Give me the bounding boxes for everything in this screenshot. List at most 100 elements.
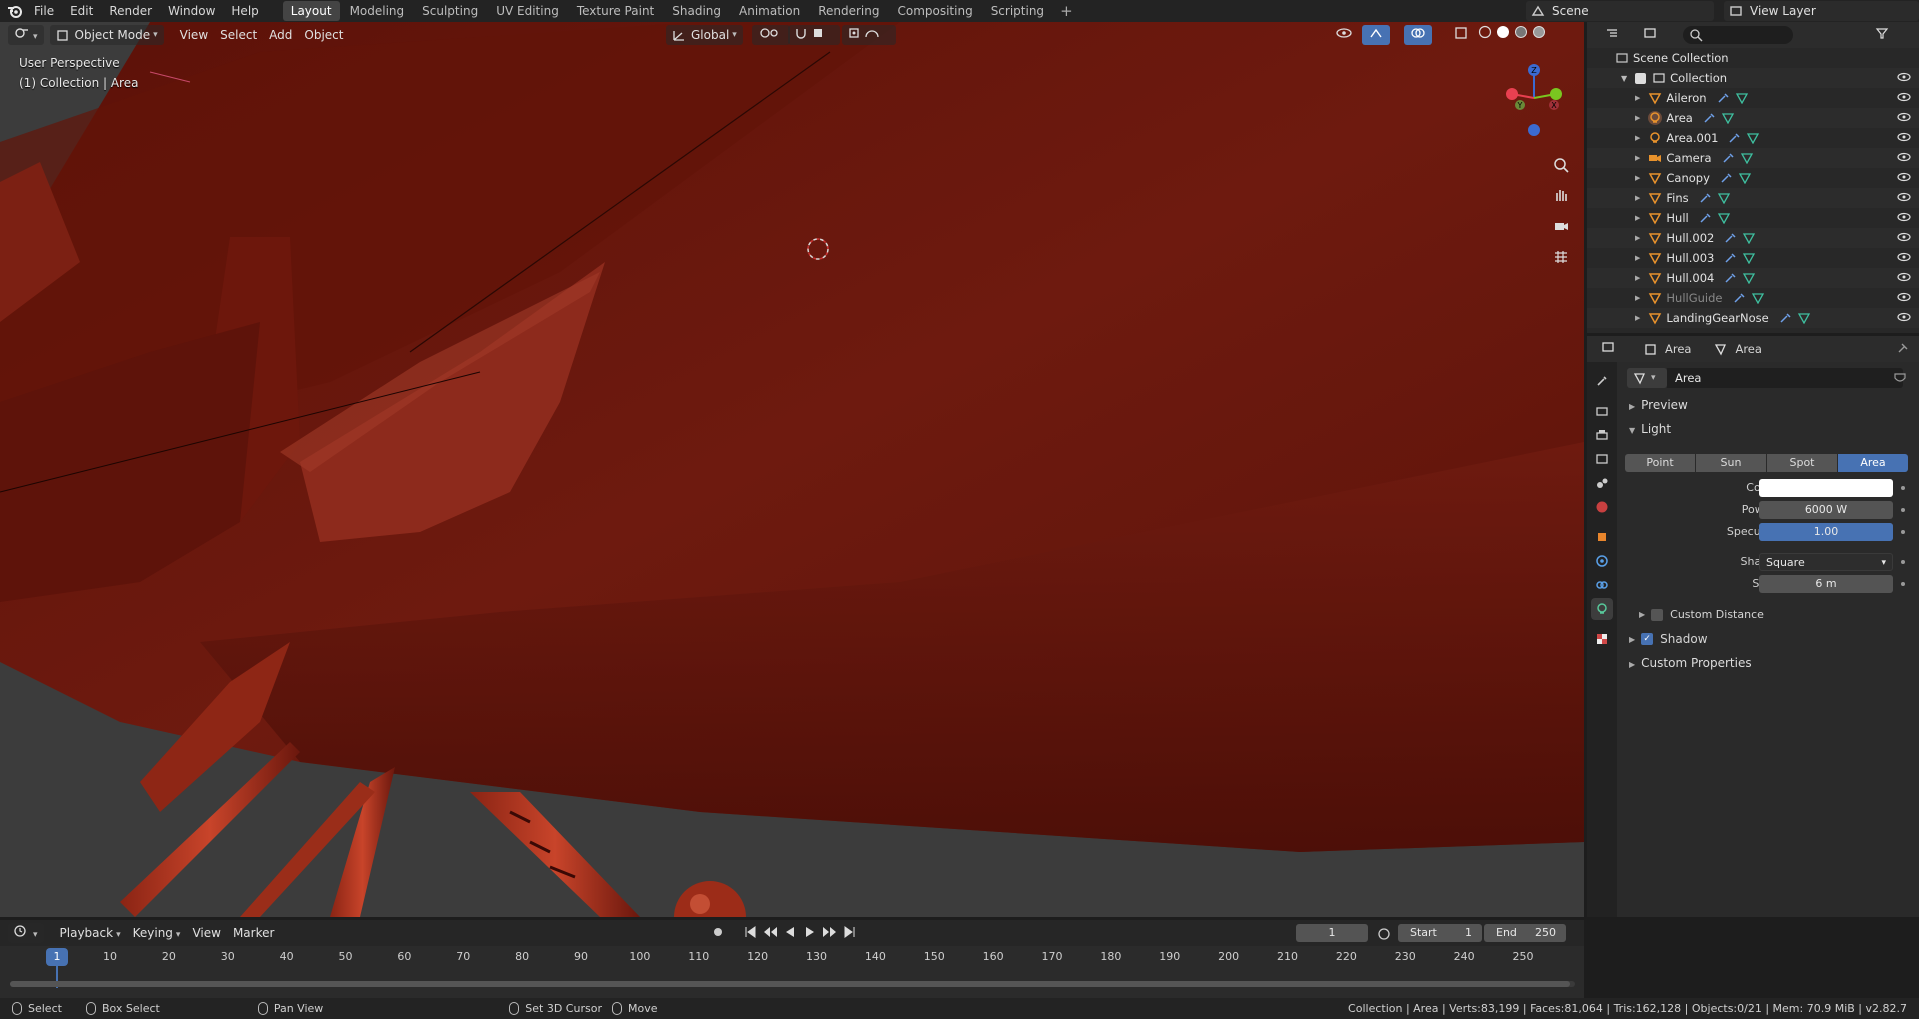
shadow-panel-header[interactable]: ▶ ✓ Shadow [1629, 632, 1708, 646]
start-frame-field[interactable]: Start 1 [1398, 924, 1482, 942]
eye-icon[interactable] [1897, 251, 1911, 263]
expanded-arrow-icon[interactable]: ▼ [1621, 74, 1627, 83]
mesh-data-icon[interactable] [1721, 112, 1735, 124]
play-reverse-icon[interactable] [782, 924, 798, 940]
keyframe-dot-icon[interactable] [1901, 530, 1905, 534]
menu-help[interactable]: Help [223, 0, 266, 22]
collapsed-arrow-icon[interactable]: ▶ [1635, 174, 1640, 182]
display-mode-button[interactable] [1637, 25, 1671, 45]
collapsed-arrow-icon[interactable]: ▶ [1635, 194, 1640, 202]
light-type-area[interactable]: Area [1838, 454, 1908, 472]
stopwatch-icon[interactable] [1376, 926, 1392, 940]
tab-texture-paint[interactable]: Texture Paint [569, 1, 662, 21]
tab-tool[interactable] [1591, 370, 1613, 392]
modifier-wrench-icon[interactable] [1724, 272, 1738, 284]
power-field[interactable]: 6000 W [1759, 501, 1893, 519]
eye-icon[interactable] [1897, 291, 1911, 303]
collection-checkbox[interactable] [1635, 72, 1647, 84]
3d-viewport[interactable]: ▾ Object Mode ▾ View Select Add Object Gl… [0, 22, 1584, 917]
collapsed-arrow-icon[interactable]: ▶ [1635, 134, 1640, 142]
modifier-wrench-icon[interactable] [1699, 212, 1713, 224]
tab-texture[interactable] [1591, 628, 1613, 650]
eye-icon[interactable] [1897, 171, 1911, 183]
tab-scene[interactable] [1591, 472, 1613, 494]
gizmo-toggle-button[interactable] [1362, 25, 1390, 45]
material-shading-icon[interactable] [1514, 25, 1528, 39]
modifier-wrench-icon[interactable] [1699, 192, 1713, 204]
camera-view-button[interactable] [1548, 213, 1574, 239]
tab-compositing[interactable]: Compositing [889, 1, 980, 21]
overlays-toggle-button[interactable] [1404, 25, 1432, 45]
tab-light-data[interactable] [1591, 598, 1613, 620]
tab-shading[interactable]: Shading [664, 1, 729, 21]
transform-orientation-dropdown[interactable]: Global ▾ [666, 25, 743, 45]
timeline-view-menu[interactable]: View [186, 923, 226, 943]
datablock-type-button[interactable]: ▾ [1627, 368, 1667, 388]
outliner-item-hullguide[interactable]: ▶ HullGuide [1587, 288, 1919, 308]
outliner-item-canopy[interactable]: ▶ Canopy [1587, 168, 1919, 188]
mesh-data-icon[interactable] [1717, 192, 1731, 204]
eye-icon[interactable] [1897, 191, 1911, 203]
editor-type-button[interactable]: ▾ [8, 25, 44, 45]
keying-menu[interactable]: Keying ▾ [127, 923, 187, 943]
add-workspace-button[interactable]: + [1054, 2, 1079, 20]
outliner-item-hull-003[interactable]: ▶ Hull.003 [1587, 248, 1919, 268]
modifier-wrench-icon[interactable] [1703, 112, 1717, 124]
tab-render[interactable] [1591, 400, 1613, 422]
tab-output[interactable] [1591, 424, 1613, 446]
tab-constraints[interactable] [1591, 574, 1613, 596]
modifier-wrench-icon[interactable] [1779, 312, 1793, 324]
zoom-tool-button[interactable] [1548, 152, 1574, 178]
mesh-data-icon[interactable] [1742, 272, 1756, 284]
outliner-item-aileron[interactable]: ▶ Aileron [1587, 88, 1919, 108]
modifier-wrench-icon[interactable] [1724, 252, 1738, 264]
tab-world[interactable] [1591, 496, 1613, 518]
light-type-point[interactable]: Point [1625, 454, 1695, 472]
tab-layout[interactable]: Layout [282, 1, 340, 21]
ortho-toggle-button[interactable] [1548, 244, 1574, 270]
outliner-item-hull[interactable]: ▶ Hull [1587, 208, 1919, 228]
mesh-data-icon[interactable] [1740, 152, 1754, 164]
view-layer-selector[interactable]: View Layer [1724, 1, 1919, 21]
prev-keyframe-icon[interactable] [762, 924, 778, 940]
light-type-spot[interactable]: Spot [1767, 454, 1837, 472]
pivot-point-button[interactable] [752, 25, 790, 45]
eye-icon[interactable] [1897, 71, 1911, 83]
fake-user-shield-icon[interactable] [1893, 372, 1907, 384]
collapsed-arrow-icon[interactable]: ▶ [1635, 274, 1640, 282]
outliner-item-area[interactable]: ▶ Area [1587, 108, 1919, 128]
viewport-menu-view[interactable]: View [174, 25, 214, 45]
eye-icon[interactable] [1897, 151, 1911, 163]
viewport-menu-object[interactable]: Object [298, 25, 349, 45]
collapsed-arrow-icon[interactable]: ▶ [1635, 314, 1640, 322]
jump-end-icon[interactable] [842, 924, 858, 940]
outliner-item-fins[interactable]: ▶ Fins [1587, 188, 1919, 208]
eye-icon[interactable] [1897, 131, 1911, 143]
mesh-data-icon[interactable] [1751, 292, 1765, 304]
mesh-data-icon[interactable] [1797, 312, 1811, 324]
shading-mode-buttons[interactable] [1472, 25, 1552, 45]
navigation-gizmo[interactable]: Z Y X [1494, 58, 1574, 138]
tab-modeling[interactable]: Modeling [342, 1, 413, 21]
timeline-scrollbar-thumb[interactable] [10, 981, 1570, 987]
mesh-data-icon[interactable] [1742, 252, 1756, 264]
outliner-search-input[interactable] [1683, 26, 1793, 44]
mesh-data-icon[interactable] [1735, 92, 1749, 104]
modifier-wrench-icon[interactable] [1724, 232, 1738, 244]
keyframe-dot-icon[interactable] [1901, 486, 1905, 490]
datablock-name-input[interactable]: Area [1667, 368, 1903, 388]
collapsed-arrow-icon[interactable]: ▶ [1635, 294, 1640, 302]
custom-properties-panel-header[interactable]: ▶ Custom Properties [1629, 656, 1752, 670]
eye-icon[interactable] [1897, 111, 1911, 123]
collapsed-arrow-icon[interactable]: ▶ [1635, 234, 1640, 242]
filter-button[interactable] [1869, 25, 1911, 45]
shadow-checkbox[interactable]: ✓ [1641, 633, 1654, 645]
keyframe-dot-icon[interactable] [1901, 508, 1905, 512]
custom-distance-subpanel[interactable]: ▶ Custom Distance [1639, 608, 1764, 621]
light-type-sun[interactable]: Sun [1696, 454, 1766, 472]
mesh-data-icon[interactable] [1742, 232, 1756, 244]
outliner-editor-type-button[interactable] [1599, 25, 1633, 45]
modifier-wrench-icon[interactable] [1722, 152, 1736, 164]
outliner-scene-collection[interactable]: Scene Collection [1587, 48, 1919, 68]
keyframe-dot-icon[interactable] [1901, 560, 1905, 564]
